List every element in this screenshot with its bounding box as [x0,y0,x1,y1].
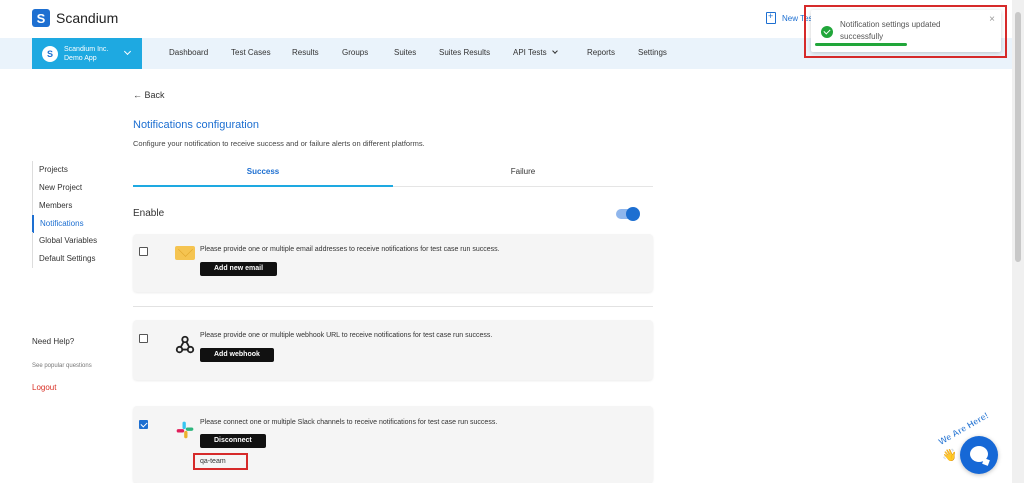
email-checkbox[interactable] [139,247,148,256]
email-description: Please provide one or multiple email add… [200,246,500,253]
app-root: S Scandium New Tes S Scandium Inc. Demo … [0,0,1024,483]
scandium-logo-icon: S [32,9,50,27]
nav-test-cases[interactable]: Test Cases [231,48,271,57]
sidebar-item-notifications[interactable]: Notifications [32,215,112,233]
toast-progress-bar [815,43,907,46]
project-avatar: S [42,45,58,62]
add-webhook-button[interactable]: Add webhook [200,348,274,362]
back-link[interactable]: ← Back [133,90,165,100]
nav-groups[interactable]: Groups [342,48,368,57]
close-icon[interactable]: × [989,14,995,25]
webhook-notification-card: Please provide one or multiple webhook U… [133,320,653,380]
section-divider [133,306,653,307]
enable-label: Enable [133,208,165,219]
brand[interactable]: S Scandium [32,9,118,27]
page-description: Configure your notification to receive s… [133,139,425,148]
success-toast: Notification settings updated successful… [811,10,1001,52]
logout-link[interactable]: Logout [32,383,56,392]
project-names: Scandium Inc. Demo App [64,45,108,63]
toggle-knob [626,207,640,221]
waving-hand-icon: 👋 [942,448,957,462]
slack-checkbox[interactable] [139,420,148,429]
webhook-icon [175,335,195,354]
nav-reports[interactable]: Reports [587,48,615,57]
enable-toggle[interactable] [616,207,640,221]
webhook-description: Please provide one or multiple webhook U… [200,332,493,339]
email-notification-card: Please provide one or multiple email add… [133,234,653,292]
brand-name: Scandium [56,10,119,26]
project-org: Scandium Inc. [64,45,109,53]
success-check-icon [821,26,833,38]
chat-launcher-button[interactable] [960,436,998,474]
slack-notification-card: Please connect one or multiple Slack cha… [133,406,653,483]
webhook-checkbox[interactable] [139,334,148,343]
nav-results[interactable]: Results [292,48,319,57]
page-title: Notifications configuration [133,119,259,131]
sidebar-item-default-settings[interactable]: Default Settings [32,250,112,268]
sidebar-item-global-variables[interactable]: Global Variables [32,232,112,250]
sidebar-item-projects[interactable]: Projects [32,161,112,179]
see-popular-questions-link[interactable]: See popular questions [32,363,92,369]
page-scrollbar[interactable] [1012,0,1024,483]
scrollbar-thumb[interactable] [1015,12,1021,262]
email-envelope-icon [175,246,195,260]
nav-suites[interactable]: Suites [394,48,416,57]
chevron-down-icon [123,47,132,56]
chevron-down-icon [551,48,558,54]
notification-tabs: Success Failure [133,163,653,187]
slack-channel-tag: qa-team [193,453,248,470]
tab-success[interactable]: Success [133,163,393,187]
add-new-email-button[interactable]: Add new email [200,262,278,276]
slack-description: Please connect one or multiple Slack cha… [200,419,498,426]
sidebar-item-new-project[interactable]: New Project [32,179,112,197]
tab-failure[interactable]: Failure [393,163,653,187]
slack-icon [176,421,194,439]
project-switcher[interactable]: S Scandium Inc. Demo App [32,38,142,69]
sidebar-item-members[interactable]: Members [32,197,112,215]
nav-settings[interactable]: Settings [638,48,667,57]
chat-bubble-icon [970,446,988,462]
nav-api-tests-label: API Tests [513,48,547,57]
new-document-icon [766,11,776,24]
nav-dashboard[interactable]: Dashboard [169,48,208,57]
project-app: Demo App [64,54,97,62]
toast-message: Notification settings updated successful… [840,20,941,41]
disconnect-slack-button[interactable]: Disconnect [200,434,266,448]
nav-suites-results[interactable]: Suites Results [439,48,490,57]
need-help-heading: Need Help? [32,337,75,346]
nav-api-tests[interactable]: API Tests [513,48,558,57]
